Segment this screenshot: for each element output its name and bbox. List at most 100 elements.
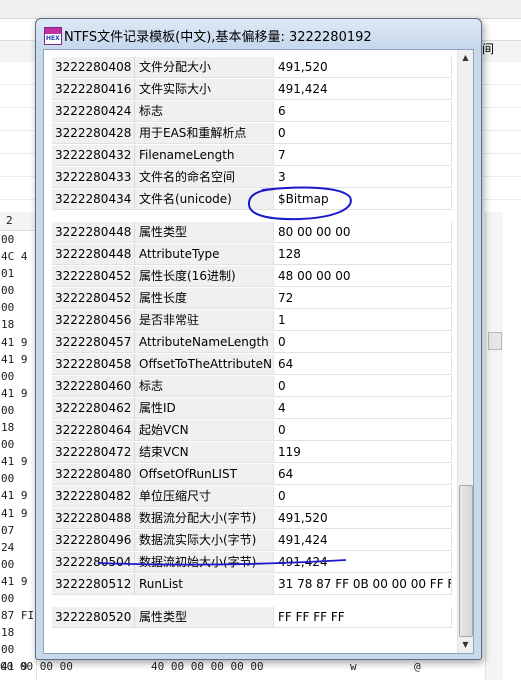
template-row[interactable]: 3222280462 属性ID 4 xyxy=(52,398,452,419)
ntfs-template-dialog: HEX NTFS文件记录模板(中文),基本偏移量: 3222280192 322… xyxy=(35,18,482,660)
hex-row: 41 9 xyxy=(1,506,28,520)
row-field-name: FilenameLength xyxy=(135,145,274,166)
hex-row: 18 xyxy=(1,626,15,640)
template-row[interactable]: 3222280458 OffsetToTheAttributeN 64 xyxy=(52,354,452,375)
hex-row: 00 xyxy=(1,369,15,383)
row-value[interactable]: 0 xyxy=(274,486,452,507)
row-field-name: 标志 xyxy=(135,101,274,122)
row-value[interactable]: 0 xyxy=(274,420,452,441)
row-offset: 3222280480 xyxy=(52,464,135,485)
row-field-name: 文件名(unicode) xyxy=(135,189,274,210)
row-value[interactable]: 491,520 xyxy=(274,508,452,529)
row-offset: 3222280424 xyxy=(52,101,135,122)
template-row[interactable]: 3222280452 属性长度(16进制) 48 00 00 00 xyxy=(52,266,452,287)
section-separator xyxy=(52,596,452,607)
template-row[interactable]: 3222280433 文件名的命名空间 3 xyxy=(52,167,452,188)
template-row[interactable]: 3222280504 数据流初始大小(字节) 491,424 xyxy=(52,552,452,573)
row-offset: 3222280520 xyxy=(52,607,135,628)
row-offset: 3222280457 xyxy=(52,332,135,353)
row-offset: 3222280408 xyxy=(52,57,135,78)
template-row[interactable]: 3222280460 标志 0 xyxy=(52,376,452,397)
template-row[interactable]: 3222280408 文件分配大小 491,520 xyxy=(52,57,452,78)
row-value[interactable]: 491,424 xyxy=(274,530,452,551)
row-value[interactable]: 128 xyxy=(274,244,452,265)
template-row[interactable]: 3222280456 是否非常驻 1 xyxy=(52,310,452,331)
template-row[interactable]: 3222280480 OffsetOfRunLIST 64 xyxy=(52,464,452,485)
row-field-name: 属性类型 xyxy=(135,607,274,628)
row-value[interactable]: FF FF FF FF xyxy=(274,607,452,628)
row-field-name: 属性长度 xyxy=(135,288,274,309)
row-value[interactable]: 3 xyxy=(274,167,452,188)
hex-row: 41 9 xyxy=(1,489,28,503)
row-offset: 3222280496 xyxy=(52,530,135,551)
template-row[interactable]: 3222280416 文件实际大小 491,424 xyxy=(52,79,452,100)
template-row[interactable]: 3222280472 结束VCN 119 xyxy=(52,442,452,463)
hex-row: 00 xyxy=(1,472,15,486)
row-value[interactable]: $Bitmap xyxy=(274,189,452,210)
row-value[interactable]: 0 xyxy=(274,376,452,397)
hex-row: 18 xyxy=(1,421,15,435)
template-row[interactable]: 3222280434 文件名(unicode) $Bitmap xyxy=(52,189,452,210)
hex-row: 00 xyxy=(1,301,15,315)
scroll-down-icon[interactable]: ▼ xyxy=(458,637,473,653)
template-row[interactable]: 3222280464 起始VCN 0 xyxy=(52,420,452,441)
row-value[interactable]: 4 xyxy=(274,398,452,419)
row-offset: 3222280488 xyxy=(52,508,135,529)
row-value[interactable]: 491,520 xyxy=(274,57,452,78)
template-grid: 3222280408 文件分配大小 491,520 3222280416 文件实际大小 4… xyxy=(52,57,454,652)
row-offset: 3222280428 xyxy=(52,123,135,144)
template-row[interactable]: 3222280488 数据流分配大小(字节) 491,520 xyxy=(52,508,452,529)
row-value[interactable]: 64 xyxy=(274,354,452,375)
row-value[interactable]: 31 78 87 FF 0B 00 00 00 FF FF xyxy=(274,574,452,595)
scroll-up-icon[interactable]: ▲ xyxy=(458,50,473,66)
dialog-titlebar[interactable]: HEX NTFS文件记录模板(中文),基本偏移量: 3222280192 xyxy=(36,19,481,49)
row-offset: 3222280452 xyxy=(52,288,135,309)
template-row[interactable]: 3222280482 单位压缩尺寸 0 xyxy=(52,486,452,507)
template-row[interactable]: 3222280452 属性长度 72 xyxy=(52,288,452,309)
hex-row: 41 9 xyxy=(1,574,28,588)
scroll-thumb[interactable] xyxy=(459,485,473,637)
background-scrollbar[interactable] xyxy=(485,212,503,680)
row-field-name: RunList xyxy=(135,574,274,595)
row-value[interactable]: 7 xyxy=(274,145,452,166)
background-scroll-thumb[interactable] xyxy=(488,332,502,350)
template-row[interactable]: 3222280424 标志 6 xyxy=(52,101,452,122)
template-row[interactable]: 3222280520 属性类型 FF FF FF FF xyxy=(52,607,452,628)
row-value[interactable]: 491,424 xyxy=(274,552,452,573)
row-offset: 3222280458 xyxy=(52,354,135,375)
row-offset: 3222280448 xyxy=(52,244,135,265)
row-field-name: 文件名的命名空间 xyxy=(135,167,274,188)
row-value[interactable]: 6 xyxy=(274,101,452,122)
row-field-name: 属性类型 xyxy=(135,222,274,243)
template-row[interactable]: 3222280428 用于EAS和重解析点 0 xyxy=(52,123,452,144)
hex-row: 00 xyxy=(1,233,15,246)
template-row[interactable]: 3222280448 AttributeType 128 xyxy=(52,244,452,265)
section-separator xyxy=(52,211,452,222)
template-row[interactable]: 3222280432 FilenameLength 7 xyxy=(52,145,452,166)
row-field-name: 起始VCN xyxy=(135,420,274,441)
row-value[interactable]: 1 xyxy=(274,310,452,331)
template-row[interactable]: 3222280512 RunList 31 78 87 FF 0B 00 00 00… xyxy=(52,574,452,595)
row-value[interactable]: 48 00 00 00 xyxy=(274,266,452,287)
template-row[interactable]: 3222280457 AttributeNameLength 0 xyxy=(52,332,452,353)
template-scrollbar[interactable]: ▲ ▼ xyxy=(457,50,473,653)
row-field-name: 数据流实际大小(字节) xyxy=(135,530,274,551)
background-titlebar xyxy=(0,0,521,19)
row-value[interactable]: 0 xyxy=(274,332,452,353)
hex-row: 18 xyxy=(1,318,15,332)
row-value[interactable]: 491,424 xyxy=(274,79,452,100)
row-offset: 3222280482 xyxy=(52,486,135,507)
row-value[interactable]: 80 00 00 00 xyxy=(274,222,452,243)
template-panel: 3222280408 文件分配大小 491,520 3222280416 文件实际大小 4… xyxy=(43,49,474,654)
row-value[interactable]: 0 xyxy=(274,123,452,144)
hex-row: 41 9 xyxy=(1,455,28,469)
template-row[interactable]: 3222280448 属性类型 80 00 00 00 xyxy=(52,222,452,243)
hex-column-header: 2 xyxy=(0,212,36,231)
template-row[interactable]: 3222280496 数据流实际大小(字节) 491,424 xyxy=(52,530,452,551)
row-value[interactable]: 119 xyxy=(274,442,452,463)
row-offset: 3222280432 xyxy=(52,145,135,166)
row-field-name: 标志 xyxy=(135,376,274,397)
row-value[interactable]: 72 xyxy=(274,288,452,309)
row-value[interactable]: 64 xyxy=(274,464,452,485)
row-field-name: AttributeType xyxy=(135,244,274,265)
